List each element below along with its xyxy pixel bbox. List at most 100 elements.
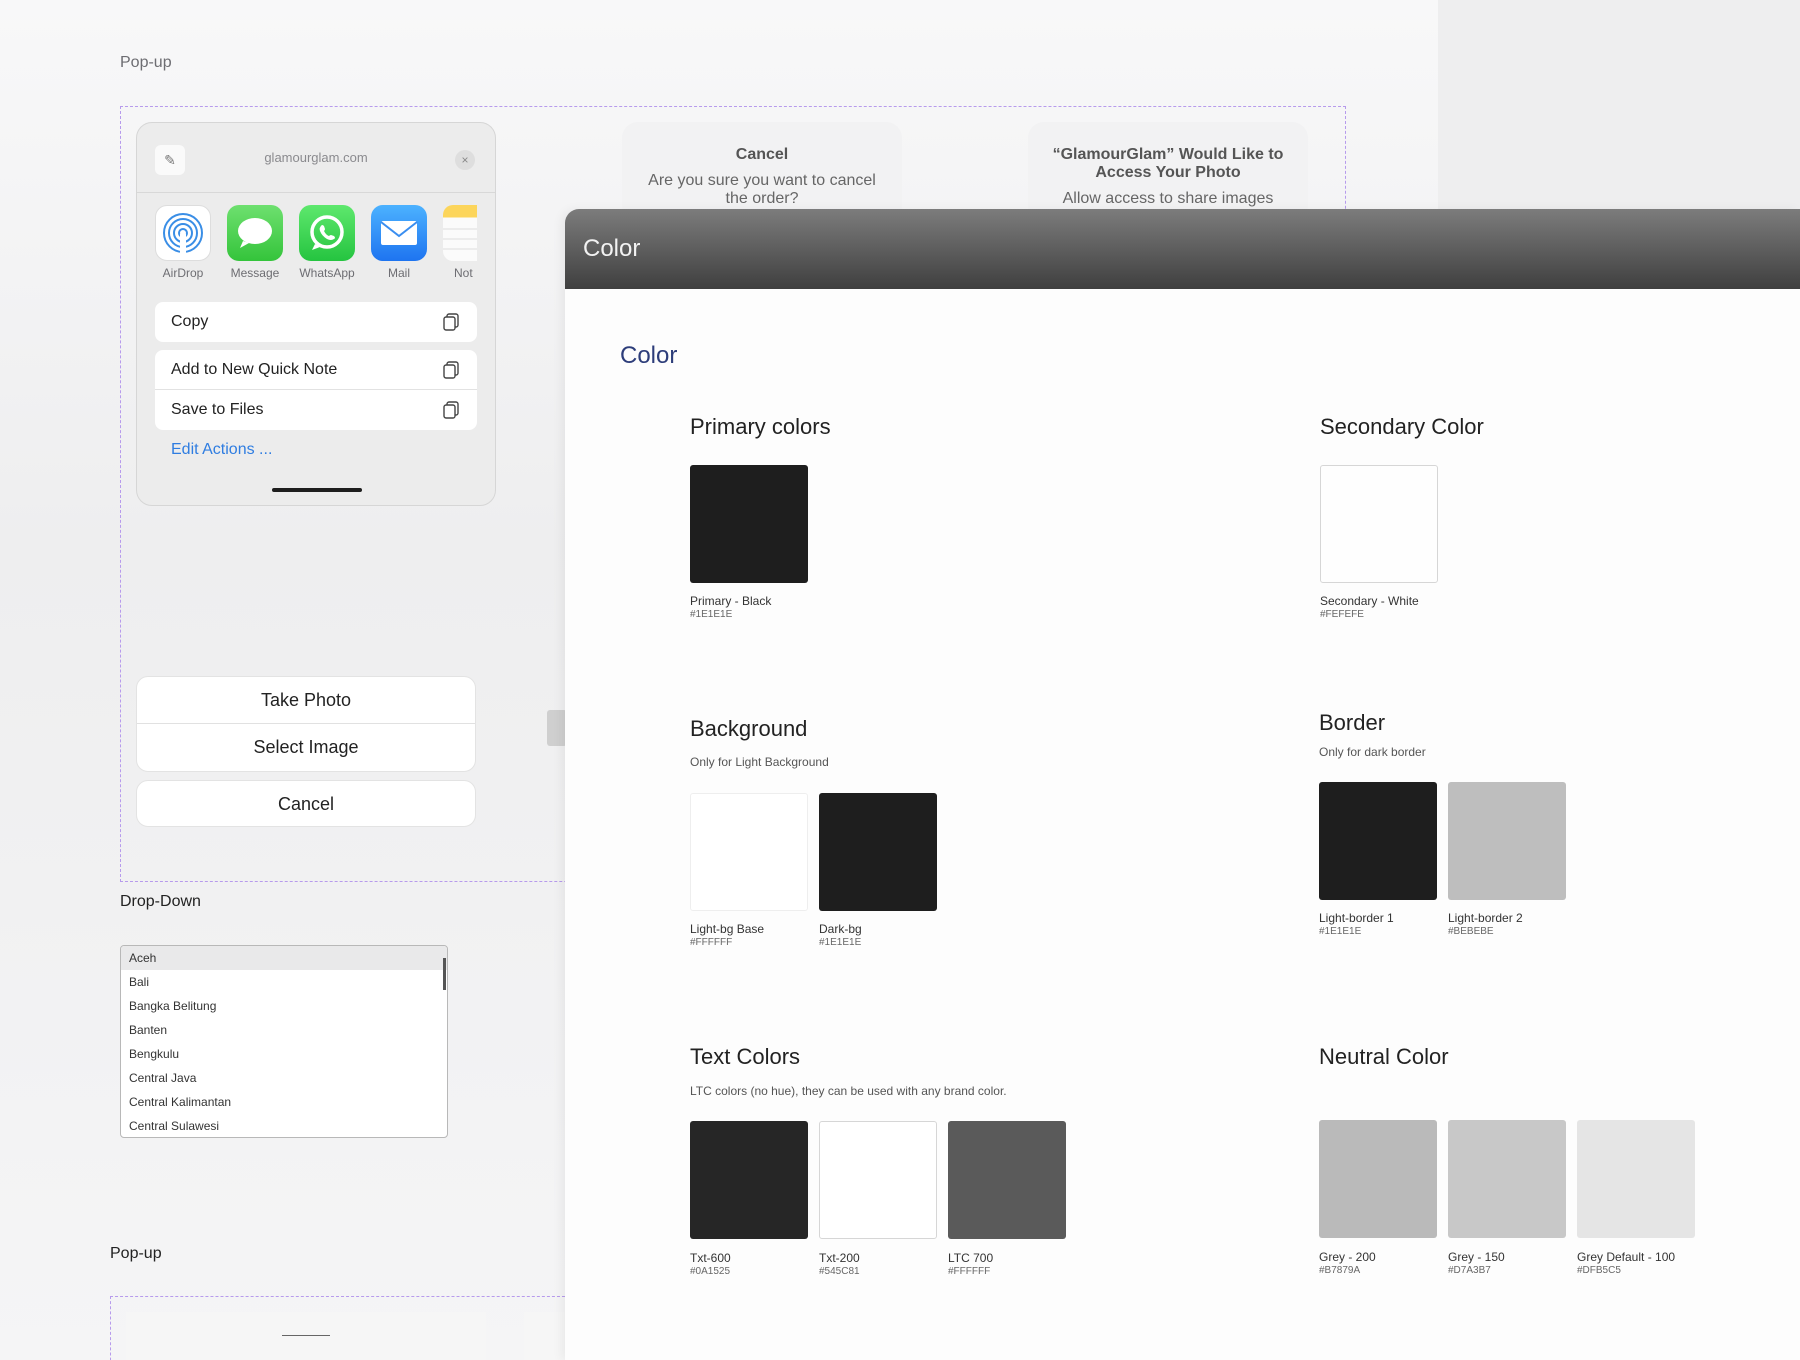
swatch-name: Light-bg Base bbox=[690, 922, 765, 936]
share-app-notes[interactable]: Not bbox=[443, 205, 477, 280]
popup-preview-card bbox=[126, 1312, 486, 1360]
cancel-alert: Cancel Are you sure you want to cancel t… bbox=[622, 122, 902, 222]
take-photo-button[interactable]: Take Photo bbox=[137, 677, 475, 724]
drag-handle bbox=[282, 1335, 330, 1336]
share-sheet: ✎ glamourglam.com × AirDrop Message What… bbox=[136, 122, 496, 506]
dropdown-option[interactable]: Bangka Belitung bbox=[121, 994, 447, 1018]
swatch-hex: #545C81 bbox=[819, 1266, 860, 1277]
dropdown-option[interactable]: Central Java bbox=[121, 1066, 447, 1090]
select-image-button[interactable]: Select Image bbox=[137, 724, 475, 771]
section-title-border: Border bbox=[1319, 710, 1386, 735]
color-swatch[interactable] bbox=[819, 793, 937, 911]
section-subtitle: Only for dark border bbox=[1319, 745, 1426, 759]
mail-icon bbox=[371, 205, 427, 261]
app-label: Message bbox=[230, 266, 280, 280]
swatch-name: Txt-600 bbox=[690, 1251, 731, 1265]
cancel-button[interactable]: Cancel bbox=[137, 781, 475, 826]
alert-message: Are you sure you want to cancel the orde… bbox=[648, 172, 876, 207]
color-swatch[interactable] bbox=[1320, 465, 1438, 583]
swatch-hex: #0A1525 bbox=[690, 1266, 731, 1277]
share-action-copy[interactable]: Copy bbox=[155, 302, 477, 342]
color-swatch[interactable] bbox=[690, 465, 808, 583]
frame-label-popup: Pop-up bbox=[120, 54, 172, 71]
swatch-name: Txt-200 bbox=[819, 1251, 860, 1265]
edit-actions-link[interactable]: Edit Actions ... bbox=[171, 441, 272, 459]
panel-scroll-handle[interactable] bbox=[547, 710, 567, 746]
action-label: Save to Files bbox=[171, 401, 264, 418]
swatch-hex: #1E1E1E bbox=[1319, 926, 1362, 937]
swatch-hex: #FFFFFF bbox=[948, 1266, 991, 1277]
dropdown-option[interactable]: Bengkulu bbox=[121, 1042, 447, 1066]
close-icon[interactable]: × bbox=[455, 150, 475, 170]
notes-icon bbox=[443, 205, 477, 261]
swatch-name: Grey - 200 bbox=[1319, 1250, 1376, 1264]
swatch-hex: #DFB5C5 bbox=[1577, 1265, 1621, 1276]
swatch-name: Grey Default - 100 bbox=[1577, 1250, 1676, 1264]
color-swatch[interactable] bbox=[1319, 782, 1437, 900]
swatch-name: LTC 700 bbox=[948, 1251, 994, 1265]
swatch-hex: #D7A3B7 bbox=[1448, 1265, 1491, 1276]
color-swatch[interactable] bbox=[1577, 1120, 1695, 1238]
swatch-hex: #BEBEBE bbox=[1448, 926, 1494, 937]
color-swatch[interactable] bbox=[1448, 782, 1566, 900]
dropdown-scrollbar[interactable] bbox=[443, 958, 446, 990]
color-swatch[interactable] bbox=[690, 1121, 808, 1239]
app-label: AirDrop bbox=[162, 266, 204, 280]
share-url: glamourglam.com bbox=[264, 150, 368, 165]
share-action-save-files[interactable]: Save to Files bbox=[155, 390, 477, 430]
section-subtitle: Only for Light Background bbox=[690, 755, 829, 769]
page-title: Color bbox=[620, 342, 678, 369]
dropdown-option[interactable]: Banten bbox=[121, 1018, 447, 1042]
swatch-name: Primary - Black bbox=[690, 594, 772, 608]
swatch-name: Secondary - White bbox=[1320, 594, 1419, 608]
window-titlebar: Color bbox=[565, 209, 1800, 289]
dropdown-option[interactable]: Central Sulawesi bbox=[121, 1114, 447, 1137]
window-title: Color bbox=[583, 235, 641, 262]
share-app-whatsapp[interactable]: WhatsApp bbox=[299, 205, 355, 280]
province-dropdown-list[interactable]: Aceh Bali Bangka Belitung Banten Bengkul… bbox=[120, 945, 448, 1138]
color-swatch[interactable] bbox=[819, 1121, 937, 1239]
section-subtitle: LTC colors (no hue), they can be used wi… bbox=[690, 1084, 1007, 1098]
frame-label-dropdown: Drop-Down bbox=[120, 893, 201, 910]
frame-label-popup-bottom: Pop-up bbox=[110, 1245, 162, 1262]
message-icon bbox=[227, 205, 283, 261]
alert-message: Allow access to share images bbox=[1062, 190, 1274, 207]
copy-icon bbox=[443, 313, 459, 331]
alert-title: “GlamourGlam” Would Like to Access Your … bbox=[1052, 146, 1284, 181]
share-app-mail[interactable]: Mail bbox=[371, 205, 427, 280]
swatch-hex: #FFFFFF bbox=[690, 937, 733, 948]
dropdown-option[interactable]: Central Kalimantan bbox=[121, 1090, 447, 1114]
color-style-window: Color Color Primary colors Primary - Bla… bbox=[565, 209, 1800, 1360]
section-title-neutral: Neutral Color bbox=[1319, 1044, 1449, 1069]
section-title-background: Background bbox=[690, 716, 808, 741]
swatch-hex: #FEFEFE bbox=[1320, 609, 1364, 620]
alert-title: Cancel bbox=[735, 146, 789, 163]
share-app-row: AirDrop Message WhatsApp Mail Not bbox=[137, 193, 495, 280]
photo-access-alert: “GlamourGlam” Would Like to Access Your … bbox=[1028, 122, 1308, 222]
color-swatch[interactable] bbox=[690, 793, 808, 911]
dropdown-option[interactable]: Bali bbox=[121, 970, 447, 994]
share-app-message[interactable]: Message bbox=[227, 205, 283, 280]
copy-icon bbox=[443, 361, 459, 379]
swatch-name: Light-border 2 bbox=[1448, 911, 1523, 925]
whatsapp-icon bbox=[299, 205, 355, 261]
color-swatch[interactable] bbox=[948, 1121, 1066, 1239]
color-swatch[interactable] bbox=[1319, 1120, 1437, 1238]
app-label: Mail bbox=[387, 266, 410, 280]
color-swatch[interactable] bbox=[1448, 1120, 1566, 1238]
section-title-text-colors: Text Colors bbox=[690, 1044, 801, 1069]
share-sheet-header: ✎ glamourglam.com × bbox=[137, 123, 495, 193]
dropdown-option[interactable]: Aceh bbox=[121, 946, 447, 970]
swatch-hex: #1E1E1E bbox=[690, 609, 733, 620]
share-app-airdrop[interactable]: AirDrop bbox=[155, 205, 211, 280]
section-title-primary: Primary colors bbox=[690, 414, 831, 439]
swatch-name: Grey - 150 bbox=[1448, 1250, 1505, 1264]
swatch-name: Light-border 1 bbox=[1319, 911, 1394, 925]
action-sheet-cancel-group: Cancel bbox=[136, 780, 476, 827]
swatch-hex: #B7879A bbox=[1319, 1265, 1361, 1276]
action-label: Add to New Quick Note bbox=[171, 360, 338, 378]
app-label: Not bbox=[454, 266, 473, 280]
airdrop-icon bbox=[155, 205, 211, 261]
swatch-name: Dark-bg bbox=[819, 922, 862, 936]
share-action-quick-note[interactable]: Add to New Quick Note bbox=[155, 350, 477, 390]
